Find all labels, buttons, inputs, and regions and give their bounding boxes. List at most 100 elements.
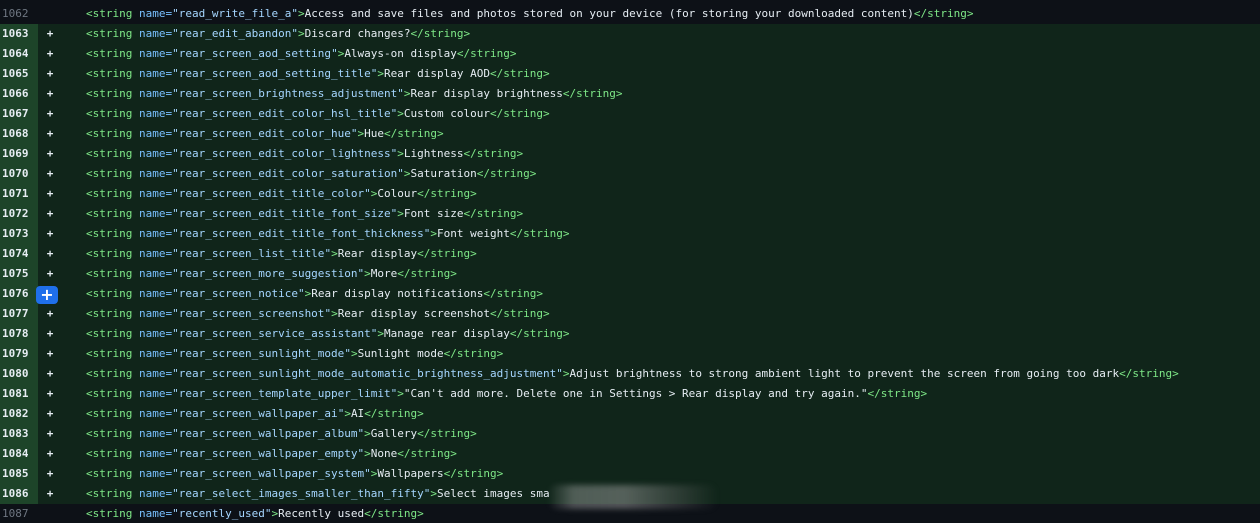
added-line: 1072 + <string name="rear_screen_edit_titl… <box>0 204 1260 224</box>
string-text: None <box>370 447 398 460</box>
attribute-quote: " <box>172 227 179 240</box>
tag-end: > <box>331 307 338 320</box>
attribute-value: read_write_file_a <box>178 7 292 20</box>
code-content: <string name="rear_screen_brightness_adj… <box>86 84 622 104</box>
attribute-quote: " <box>172 307 179 320</box>
attribute-name: name= <box>132 127 173 140</box>
code-content: <string name="rear_screen_edit_title_col… <box>86 184 477 204</box>
attribute-name: name= <box>132 167 173 180</box>
open-tag: <string <box>86 127 133 140</box>
diff-marker: + <box>46 167 54 180</box>
line-number: 1074 <box>0 244 38 264</box>
code-content: <string name="rear_screen_service_assist… <box>86 324 570 344</box>
string-text: Hue <box>364 127 385 140</box>
diff-marker: + <box>46 127 54 140</box>
tag-end: > <box>397 147 404 160</box>
attribute-value: rear_screen_wallpaper_album <box>178 427 358 440</box>
open-tag: <string <box>86 467 133 480</box>
attribute-name: name= <box>132 207 173 220</box>
attribute-quote: " <box>172 87 179 100</box>
tag-end: > <box>350 347 358 360</box>
attribute-quote: " <box>172 387 179 400</box>
string-text: Custom colour <box>403 107 490 120</box>
attribute-quote: " <box>172 347 179 360</box>
close-tag: </string> <box>443 467 504 480</box>
attribute-value: rear_edit_abandon <box>178 27 292 40</box>
attribute-quote: " <box>364 187 371 200</box>
open-tag: <string <box>86 227 133 240</box>
code-content: <string name="recently_used">Recently us… <box>86 504 424 523</box>
line-number: 1066 <box>0 84 38 104</box>
added-line: 1067 + <string name="rear_screen_edit_colo… <box>0 104 1260 124</box>
tag-end: > <box>397 107 404 120</box>
code-content: <string name="rear_screen_aod_setting">A… <box>86 44 517 64</box>
code-content: <string name="rear_screen_wallpaper_empt… <box>86 444 457 464</box>
line-number: 1083 <box>0 424 38 444</box>
add-comment-button[interactable]: + <box>36 286 58 304</box>
attribute-value: rear_screen_wallpaper_empty <box>178 447 358 460</box>
attribute-value: rear_screen_aod_setting_title <box>178 67 371 80</box>
string-text: Always-on display <box>344 47 457 60</box>
string-text: Rear display screenshot <box>337 307 491 320</box>
string-text: Gallery <box>370 427 418 440</box>
string-text: "Can't add more. Delete one in Settings … <box>403 387 868 400</box>
attribute-value: rear_screen_template_upper_limit <box>178 387 391 400</box>
diff-marker: + <box>46 247 54 260</box>
string-text: AI <box>350 407 365 420</box>
added-line: 1069 + <string name="rear_screen_edit_colo… <box>0 144 1260 164</box>
attribute-value: rear_screen_brightness_adjustment <box>178 87 398 100</box>
attribute-quote: " <box>172 67 179 80</box>
attribute-value: rear_screen_edit_color_hue <box>178 127 351 140</box>
line-number: 1080 <box>0 364 38 384</box>
code-content: <string name="rear_screen_edit_color_lig… <box>86 144 523 164</box>
attribute-name: name= <box>132 407 173 420</box>
open-tag: <string <box>86 507 133 520</box>
line-number: 1078 <box>0 324 38 344</box>
code-content: <string name="rear_screen_edit_color_hsl… <box>86 104 550 124</box>
attribute-name: name= <box>132 227 173 240</box>
close-tag: </string> <box>397 267 457 280</box>
attribute-quote: " <box>172 367 179 380</box>
added-line: 1065 + <string name="rear_screen_aod_setti… <box>0 64 1260 84</box>
code-content: <string name="rear_screen_wallpaper_syst… <box>86 464 503 484</box>
close-tag: </string> <box>417 427 477 440</box>
attribute-name: name= <box>132 287 173 300</box>
tag-end: > <box>344 407 351 420</box>
added-line: 1070 + <string name="rear_screen_edit_colo… <box>0 164 1260 184</box>
attribute-quote: " <box>397 87 404 100</box>
line-number: 1071 <box>0 184 38 204</box>
attribute-quote: " <box>172 247 179 260</box>
code-content: <string name="rear_screen_screenshot">Re… <box>86 304 550 324</box>
attribute-quote: " <box>172 47 179 60</box>
string-text: Adjust brightness to strong ambient ligh… <box>569 367 1120 380</box>
attribute-quote: " <box>397 167 404 180</box>
attribute-name: name= <box>132 47 173 60</box>
string-text: Recently used <box>278 507 365 520</box>
added-line: 1084 + <string name="rear_screen_wallpaper… <box>0 444 1260 464</box>
code-content: <string name="read_write_file_a">Access … <box>86 4 973 24</box>
line-number: 1072 <box>0 204 38 224</box>
string-text: Saturation <box>410 167 477 180</box>
code-content: <string name="rear_screen_edit_title_fon… <box>86 204 523 224</box>
added-line: 1066 + <string name="rear_screen_brightnes… <box>0 84 1260 104</box>
close-tag: </string> <box>483 287 543 300</box>
tag-end: > <box>297 27 305 40</box>
code-content: <string name="rear_screen_edit_title_fon… <box>86 224 570 244</box>
attribute-value: recently_used <box>178 507 265 520</box>
attribute-quote: " <box>364 467 371 480</box>
line-number: 1077 <box>0 304 38 324</box>
diff-marker: + <box>46 27 54 40</box>
code-content: <string name="rear_screen_more_suggestio… <box>86 264 457 284</box>
code-content: <string name="rear_screen_template_upper… <box>86 384 927 404</box>
close-tag: </string> <box>397 447 457 460</box>
attribute-value: rear_screen_screenshot <box>178 307 325 320</box>
code-content: <string name="rear_screen_aod_setting_ti… <box>86 64 550 84</box>
tag-end: > <box>364 427 371 440</box>
open-tag: <string <box>86 47 133 60</box>
attribute-name: name= <box>132 267 173 280</box>
open-tag: <string <box>86 207 133 220</box>
string-text: Wallpapers <box>377 467 444 480</box>
code-content: <string name="rear_edit_abandon">Discard… <box>86 24 470 44</box>
close-tag: </string> <box>490 67 550 80</box>
close-tag: </string> <box>443 347 504 360</box>
